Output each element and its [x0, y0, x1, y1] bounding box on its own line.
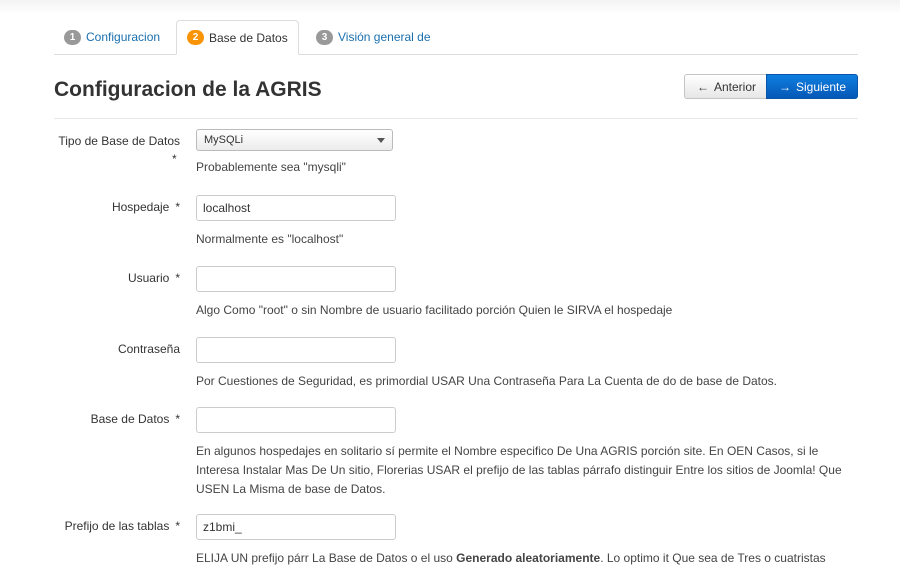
user-label: Usuario * — [40, 271, 180, 285]
host-help: Normalmente es "localhost" — [196, 232, 344, 246]
next-button-label: Siguiente — [796, 79, 847, 94]
step-tabs: 1 Configuracion 2 Base de Datos 3 Visión… — [54, 20, 858, 55]
db-type-label-text: Tipo de Base de Datos — [58, 134, 180, 148]
tab-label: Configuracion — [86, 30, 161, 44]
prefix-help-end: . Lo optimo it Que sea de Tres o cuatris… — [600, 551, 826, 565]
host-label-text: Hospedaje — [111, 200, 170, 214]
password-label-text: Contraseña — [117, 342, 180, 356]
prefix-input[interactable] — [196, 514, 396, 540]
password-label: Contraseña — [40, 342, 180, 356]
user-input[interactable] — [196, 266, 396, 292]
db-type-select[interactable]: MySQLi — [196, 129, 393, 151]
step-number-badge: 3 — [316, 29, 333, 45]
top-bar — [0, 0, 900, 14]
user-help: Algo Como "root" o sin Nombre de usuario… — [196, 303, 673, 317]
nav-buttons: ← Anterior → Siguiente — [684, 74, 858, 99]
next-button[interactable]: → Siguiente — [766, 74, 858, 99]
arrow-right-icon: → — [779, 79, 791, 94]
prefix-label-text: Prefijo de las tablas — [64, 519, 170, 533]
db-type-label: Tipo de Base de Datos — [40, 134, 180, 148]
previous-button-label: Anterior — [714, 79, 757, 94]
divider — [54, 118, 858, 119]
tab-label: Base de Datos — [209, 30, 288, 45]
tab-configuracion[interactable]: 1 Configuracion — [54, 20, 170, 54]
password-help: Por Cuestiones de Seguridad, es primordi… — [196, 374, 778, 388]
tab-vision-general[interactable]: 3 Visión general de — [306, 20, 441, 54]
db-name-required-mark: * — [175, 412, 180, 426]
prefix-help: ELIJA UN prefijo párr La Base de Datos o… — [196, 549, 861, 568]
user-required-mark: * — [175, 271, 180, 285]
db-name-help: En algunos hospedajes en solitario sí pe… — [196, 444, 842, 496]
db-name-label: Base de Datos * — [40, 412, 180, 426]
host-required-mark: * — [175, 200, 180, 214]
page-title: Configuracion de la AGRIS — [54, 78, 322, 101]
step-number-badge: 2 — [187, 30, 204, 45]
db-name-input[interactable] — [196, 407, 396, 433]
prefix-required-mark: * — [175, 519, 180, 533]
password-input[interactable] — [196, 337, 396, 363]
chevron-down-icon — [377, 138, 385, 143]
tab-label: Visión general de — [338, 30, 431, 44]
host-label: Hospedaje * — [40, 200, 180, 214]
prefix-label: Prefijo de las tablas * — [40, 519, 180, 533]
db-type-help: Probablemente sea "mysqli" — [196, 160, 346, 174]
arrow-left-icon: ← — [697, 79, 709, 94]
prefix-help-bold: Generado aleatoriamente — [456, 551, 601, 565]
step-number-badge: 1 — [64, 29, 81, 45]
previous-button[interactable]: ← Anterior — [684, 74, 766, 99]
prefix-help-text: ELIJA UN prefijo párr La Base de Datos o… — [196, 551, 457, 565]
db-name-label-text: Base de Datos — [90, 412, 170, 426]
user-label-text: Usuario — [127, 271, 170, 285]
host-input[interactable] — [196, 195, 396, 221]
db-type-required-mark: * — [172, 152, 177, 166]
tab-base-de-datos[interactable]: 2 Base de Datos — [176, 20, 299, 55]
db-type-selected-value: MySQLi — [204, 134, 244, 146]
